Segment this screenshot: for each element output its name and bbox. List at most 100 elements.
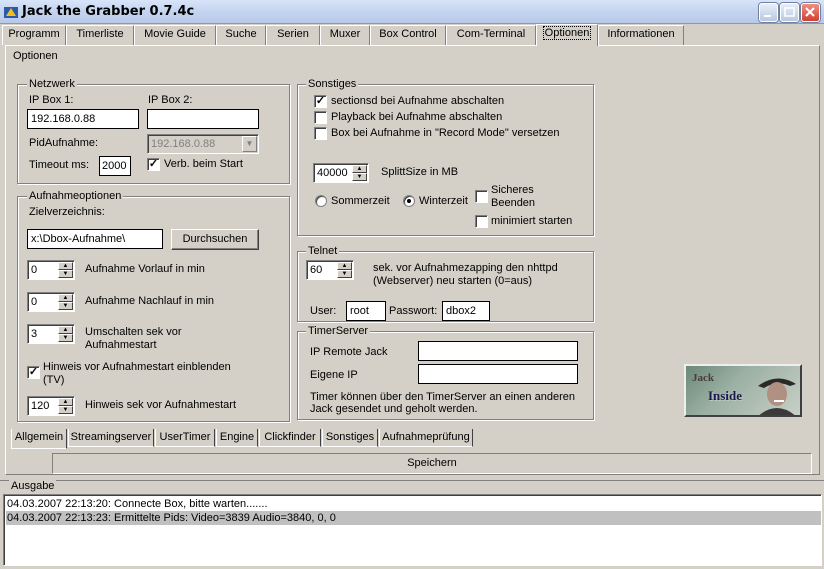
save-button[interactable]: Speichern	[52, 453, 812, 474]
nachlauf-label: Aufnahme Nachlauf in min	[85, 295, 215, 307]
spin-down-icon[interactable]: ▼	[58, 270, 73, 278]
winterzeit-radio[interactable]	[403, 195, 415, 207]
netzwerk-legend: Netzwerk	[27, 78, 77, 90]
detective-icon	[758, 378, 796, 415]
aufnahme-legend: Aufnahmeoptionen	[27, 190, 124, 202]
spin-down-icon[interactable]: ▼	[58, 334, 73, 342]
spin-up-icon[interactable]: ▲	[58, 294, 73, 302]
maximize-button[interactable]	[780, 3, 799, 22]
passwort-input[interactable]: dbox2	[442, 301, 490, 321]
winterzeit-label: Winterzeit	[419, 195, 468, 207]
ip-box2-input[interactable]	[147, 109, 259, 129]
minimize-button[interactable]	[759, 3, 778, 22]
check-icon: ✓	[148, 158, 159, 170]
window-title: Jack the Grabber 0.7.4c	[22, 4, 195, 19]
tab-aufnahmepruefung[interactable]: Aufnahmeprüfung	[379, 429, 473, 447]
hinweis-sek-label: Hinweis sek vor Aufnahmestart	[85, 399, 237, 411]
sicheres-label-2: Beenden	[491, 197, 536, 209]
spin-up-icon[interactable]: ▲	[337, 262, 352, 270]
minimiert-label: minimiert starten	[491, 215, 573, 227]
output-log[interactable]: 04.03.2007 22:13:20: Connecte Box, bitte…	[3, 494, 822, 566]
tab-sonstiges[interactable]: Sonstiges	[322, 429, 378, 447]
tab-movie-guide[interactable]: Movie Guide	[134, 25, 216, 45]
check-icon: ✓	[28, 366, 39, 378]
spin-up-icon[interactable]: ▲	[352, 165, 367, 173]
telnet-sek-stepper[interactable]: 60 ▲ ▼	[306, 260, 354, 280]
tab-programm[interactable]: Programm	[2, 25, 66, 45]
tab-informationen[interactable]: Informationen	[598, 25, 684, 45]
chevron-down-icon[interactable]: ▼	[242, 136, 257, 152]
eigene-ip-input[interactable]	[418, 364, 578, 384]
record-mode-label: Box bei Aufnahme in "Record Mode" verset…	[331, 127, 560, 139]
minimiert-checkbox[interactable]	[475, 215, 488, 228]
pid-label: PidAufnahme:	[29, 137, 99, 149]
telnet-legend: Telnet	[306, 245, 340, 257]
close-button[interactable]	[801, 3, 820, 22]
tab-box-control[interactable]: Box Control	[370, 25, 446, 45]
sommerzeit-radio[interactable]	[315, 195, 327, 207]
sicheres-label-1: Sicheres	[491, 184, 534, 196]
playback-label: Playback bei Aufnahme abschalten	[331, 111, 503, 123]
tab-usertimer[interactable]: UserTimer	[155, 429, 215, 447]
sectionsd-label: sectionsd bei Aufnahme abschalten	[331, 95, 505, 107]
record-mode-checkbox[interactable]	[314, 127, 327, 140]
spin-up-icon[interactable]: ▲	[58, 262, 73, 270]
ziel-input[interactable]: x:\Dbox-Aufnahme\	[27, 229, 163, 249]
sicheres-beenden-checkbox[interactable]	[475, 190, 488, 203]
timeout-input[interactable]: 2000	[99, 156, 131, 176]
tab-serien[interactable]: Serien	[266, 25, 320, 45]
splitsize-stepper[interactable]: 40000 ▲ ▼	[313, 163, 369, 183]
remote-jack-label: IP Remote Jack	[310, 346, 388, 358]
timerserver-legend: TimerServer	[306, 325, 371, 337]
spin-down-icon[interactable]: ▼	[58, 302, 73, 310]
hinweis-sek-stepper[interactable]: 120 ▲ ▼	[27, 396, 75, 416]
spin-up-icon[interactable]: ▲	[58, 398, 73, 406]
user-label: User:	[310, 305, 337, 317]
tab-suche[interactable]: Suche	[216, 25, 266, 45]
spin-down-icon[interactable]: ▼	[337, 270, 352, 278]
ip-box1-label: IP Box 1:	[29, 94, 74, 106]
spin-down-icon[interactable]: ▼	[58, 406, 73, 414]
sonstiges-legend: Sonstiges	[306, 78, 359, 90]
vorlauf-stepper[interactable]: 0 ▲ ▼	[27, 260, 75, 280]
tab-streamingserver[interactable]: Streamingserver	[68, 429, 154, 447]
tab-optionen[interactable]: Optionen	[536, 24, 598, 46]
ausgabe-label: Ausgabe	[9, 480, 57, 492]
spin-up-icon[interactable]: ▲	[58, 326, 73, 334]
logo-line2: Inside	[708, 388, 742, 403]
tab-timerliste[interactable]: Timerliste	[66, 25, 134, 45]
ip-box2-label: IP Box 2:	[148, 94, 193, 106]
tab-allgemein[interactable]: Allgemein	[11, 429, 67, 449]
user-input[interactable]: root	[346, 301, 386, 321]
playback-checkbox[interactable]	[314, 111, 327, 124]
tab-clickfinder[interactable]: Clickfinder	[259, 429, 321, 447]
hinweis-checkbox[interactable]: ✓	[27, 366, 40, 379]
spin-down-icon[interactable]: ▼	[352, 173, 367, 181]
optionen-label: Optionen	[11, 50, 60, 62]
umschalten-label-1: Umschalten sek vor	[85, 326, 182, 338]
vorlauf-label: Aufnahme Vorlauf in min	[85, 263, 205, 275]
timerserver-info-1: Timer können über den TimerServer an ein…	[310, 391, 575, 403]
log-line-selected[interactable]: 04.03.2007 22:13:23: Ermittelte Pids: Vi…	[6, 511, 821, 525]
tab-muxer[interactable]: Muxer	[320, 25, 370, 45]
app-icon	[4, 7, 18, 18]
browse-button[interactable]: Durchsuchen	[171, 229, 259, 250]
logo-line1: Jack	[692, 372, 714, 384]
tab-com-terminal[interactable]: Com-Terminal	[446, 25, 536, 45]
pid-select[interactable]: 192.168.0.88 ▼	[147, 134, 259, 154]
umschalten-stepper[interactable]: 3 ▲ ▼	[27, 324, 75, 344]
telnet-sek-label-2: (Webserver) neu starten (0=aus)	[373, 275, 533, 287]
passwort-label: Passwort:	[389, 305, 438, 317]
verb-checkbox[interactable]: ✓	[147, 158, 160, 171]
tab-engine[interactable]: Engine	[216, 429, 258, 447]
jack-inside-logo: Jack Inside	[684, 364, 802, 417]
log-line[interactable]: 04.03.2007 22:13:20: Connecte Box, bitte…	[6, 497, 821, 511]
nachlauf-stepper[interactable]: 0 ▲ ▼	[27, 292, 75, 312]
sectionsd-checkbox[interactable]: ✓	[314, 95, 327, 108]
verb-label: Verb. beim Start	[164, 158, 243, 170]
title-bar[interactable]: Jack the Grabber 0.7.4c	[0, 0, 824, 24]
remote-jack-input[interactable]	[418, 341, 578, 361]
ip-box1-input[interactable]: 192.168.0.88	[27, 109, 139, 129]
sommerzeit-label: Sommerzeit	[331, 195, 390, 207]
ausgabe-separator	[0, 480, 824, 481]
